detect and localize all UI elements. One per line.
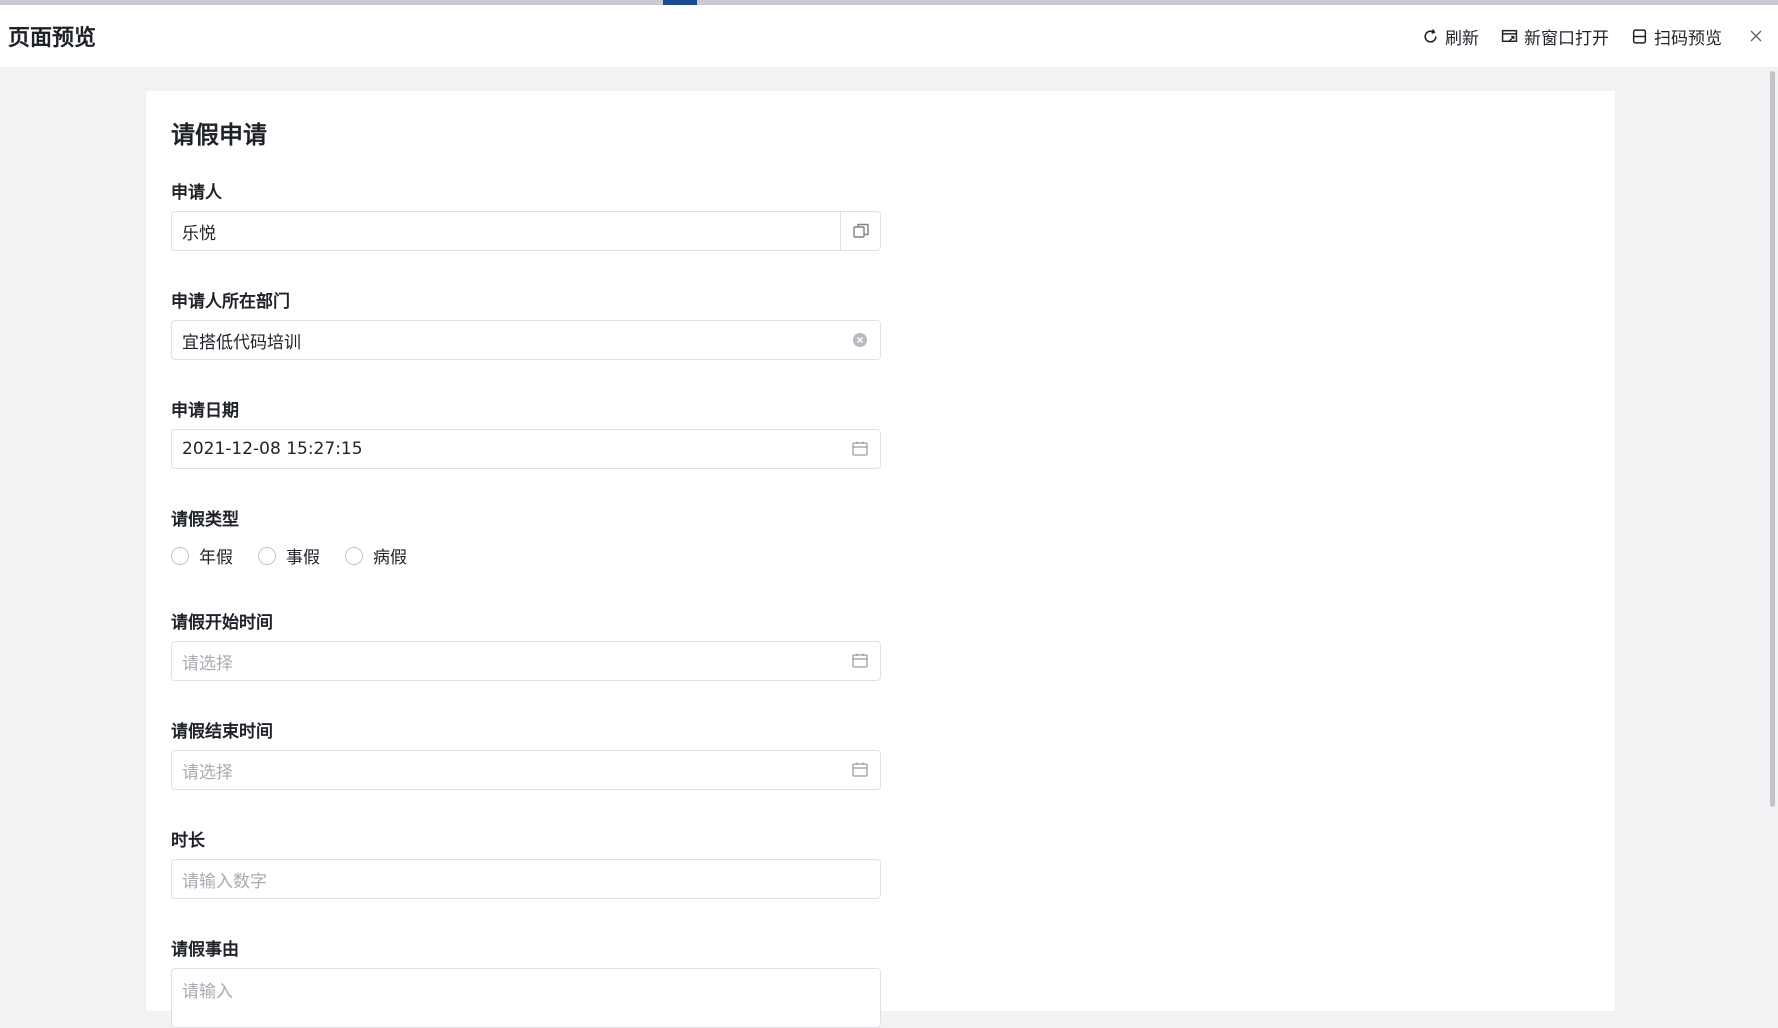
department-value: 宜搭低代码培训 [182,332,301,353]
calendar-icon [852,653,868,668]
duration-placeholder: 请输入数字 [182,871,267,892]
radio-button[interactable] [171,546,189,565]
end-time-placeholder: 请选择 [182,762,233,783]
preview-content-area: 请假申请 申请人 乐悦 申请人所在部门 宜搭低代码培训 申请日期 2021-12… [0,67,1778,1028]
applicant-picker-button[interactable] [840,212,880,250]
applicant-value: 乐悦 [182,223,216,244]
scan-preview-button[interactable]: 扫码预览 [1631,24,1722,49]
duration-label: 时长 [171,831,205,851]
department-label: 申请人所在部门 [171,292,290,312]
radio-button[interactable] [258,546,276,565]
scan-icon [1632,28,1647,44]
leave-type-option-label: 病假 [373,548,407,568]
close-button[interactable] [1748,28,1764,44]
vertical-scrollbar[interactable] [1768,67,1778,1000]
scrollbar-thumb[interactable] [1770,71,1775,807]
page-title: 页面预览 [8,26,97,51]
end-time-calendar-button[interactable] [840,751,880,789]
reason-placeholder: 请输入 [182,982,233,1002]
start-time-placeholder: 请选择 [182,653,233,674]
reason-label: 请假事由 [171,940,239,960]
refresh-icon [1424,28,1437,43]
calendar-icon [852,762,868,777]
apply-date-calendar-button[interactable] [840,430,880,468]
duration-input[interactable]: 请输入数字 [171,859,881,899]
start-time-label: 请假开始时间 [171,613,273,633]
form-title: 请假申请 [171,121,267,149]
start-time-field[interactable]: 请选择 [171,641,881,681]
close-icon [1750,30,1762,42]
applicant-label: 申请人 [171,183,222,203]
reason-textarea[interactable]: 请输入 [171,968,881,1028]
apply-date-value: 2021-12-08 15:27:15 [182,439,363,459]
preview-titlebar: 页面预览 刷新 新窗口打开 扫码预览 [0,5,1778,67]
clear-icon [853,333,867,347]
leave-type-option-sick[interactable]: 病假 [345,543,407,568]
start-time-calendar-button[interactable] [840,642,880,680]
leave-type-radio-group: 年假 事假 病假 [171,543,432,568]
copy-icon [852,223,869,238]
end-time-field[interactable]: 请选择 [171,750,881,790]
new-window-button[interactable]: 新窗口打开 [1501,24,1609,49]
leave-type-option-label: 事假 [286,548,320,568]
refresh-label: 刷新 [1445,28,1479,49]
applicant-field[interactable]: 乐悦 [171,211,881,251]
scan-preview-label: 扫码预览 [1654,28,1722,49]
new-window-label: 新窗口打开 [1524,28,1609,49]
new-window-icon [1501,29,1518,42]
end-time-label: 请假结束时间 [171,722,273,742]
apply-date-field[interactable]: 2021-12-08 15:27:15 [171,429,881,469]
leave-type-option-annual[interactable]: 年假 [171,543,233,568]
leave-type-option-label: 年假 [199,548,233,568]
form-card: 请假申请 申请人 乐悦 申请人所在部门 宜搭低代码培训 申请日期 2021-12… [146,91,1615,1028]
leave-type-label: 请假类型 [171,510,239,530]
department-clear-button[interactable] [840,321,880,359]
apply-date-label: 申请日期 [171,401,239,421]
preview-toolbar: 刷新 新窗口打开 扫码预览 [1422,5,1778,67]
department-field[interactable]: 宜搭低代码培训 [171,320,881,360]
leave-type-option-personal[interactable]: 事假 [258,543,320,568]
refresh-button[interactable]: 刷新 [1422,24,1479,49]
radio-button[interactable] [345,546,363,565]
calendar-icon [852,441,868,456]
